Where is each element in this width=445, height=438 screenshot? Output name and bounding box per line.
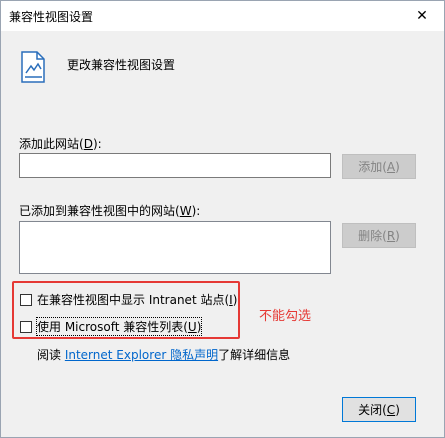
privacy-line: 阅读 Internet Explorer 隐私声明了解详细信息 <box>37 348 291 362</box>
window-title: 兼容性视图设置 <box>9 10 94 24</box>
option-ms-list-row[interactable]: 使用 Microsoft 兼容性列表(U) <box>20 317 203 336</box>
add-button[interactable]: 添加(A) <box>342 154 416 179</box>
add-site-label: 添加此网站(D): <box>19 137 102 151</box>
add-site-input[interactable] <box>19 153 331 178</box>
site-list-label: 已添加到兼容性视图中的网站(W): <box>19 204 201 218</box>
delete-button[interactable]: 删除(R) <box>342 223 416 248</box>
close-button[interactable]: 关闭(C) <box>342 397 416 422</box>
ms-list-checkbox[interactable] <box>20 320 32 333</box>
intranet-checkbox[interactable] <box>20 293 32 306</box>
site-list[interactable] <box>19 221 331 274</box>
header-title: 更改兼容性视图设置 <box>67 58 176 72</box>
annotation-text: 不能勾选 <box>259 309 312 324</box>
compat-view-page-icon <box>21 51 45 83</box>
privacy-link[interactable]: Internet Explorer 隐私声明 <box>65 348 218 362</box>
compat-view-settings-dialog: 兼容性视图设置 ✕ 更改兼容性视图设置 添加此网站(D): 添加(A) 已添加到… <box>0 0 445 438</box>
ms-list-label: 使用 Microsoft 兼容性列表(U) <box>35 317 203 336</box>
close-icon[interactable]: ✕ <box>400 1 444 31</box>
intranet-label: 在兼容性视图中显示 Intranet 站点(I) <box>37 293 238 307</box>
title-bar: 兼容性视图设置 ✕ <box>1 1 444 31</box>
option-intranet-row[interactable]: 在兼容性视图中显示 Intranet 站点(I) <box>20 291 237 308</box>
